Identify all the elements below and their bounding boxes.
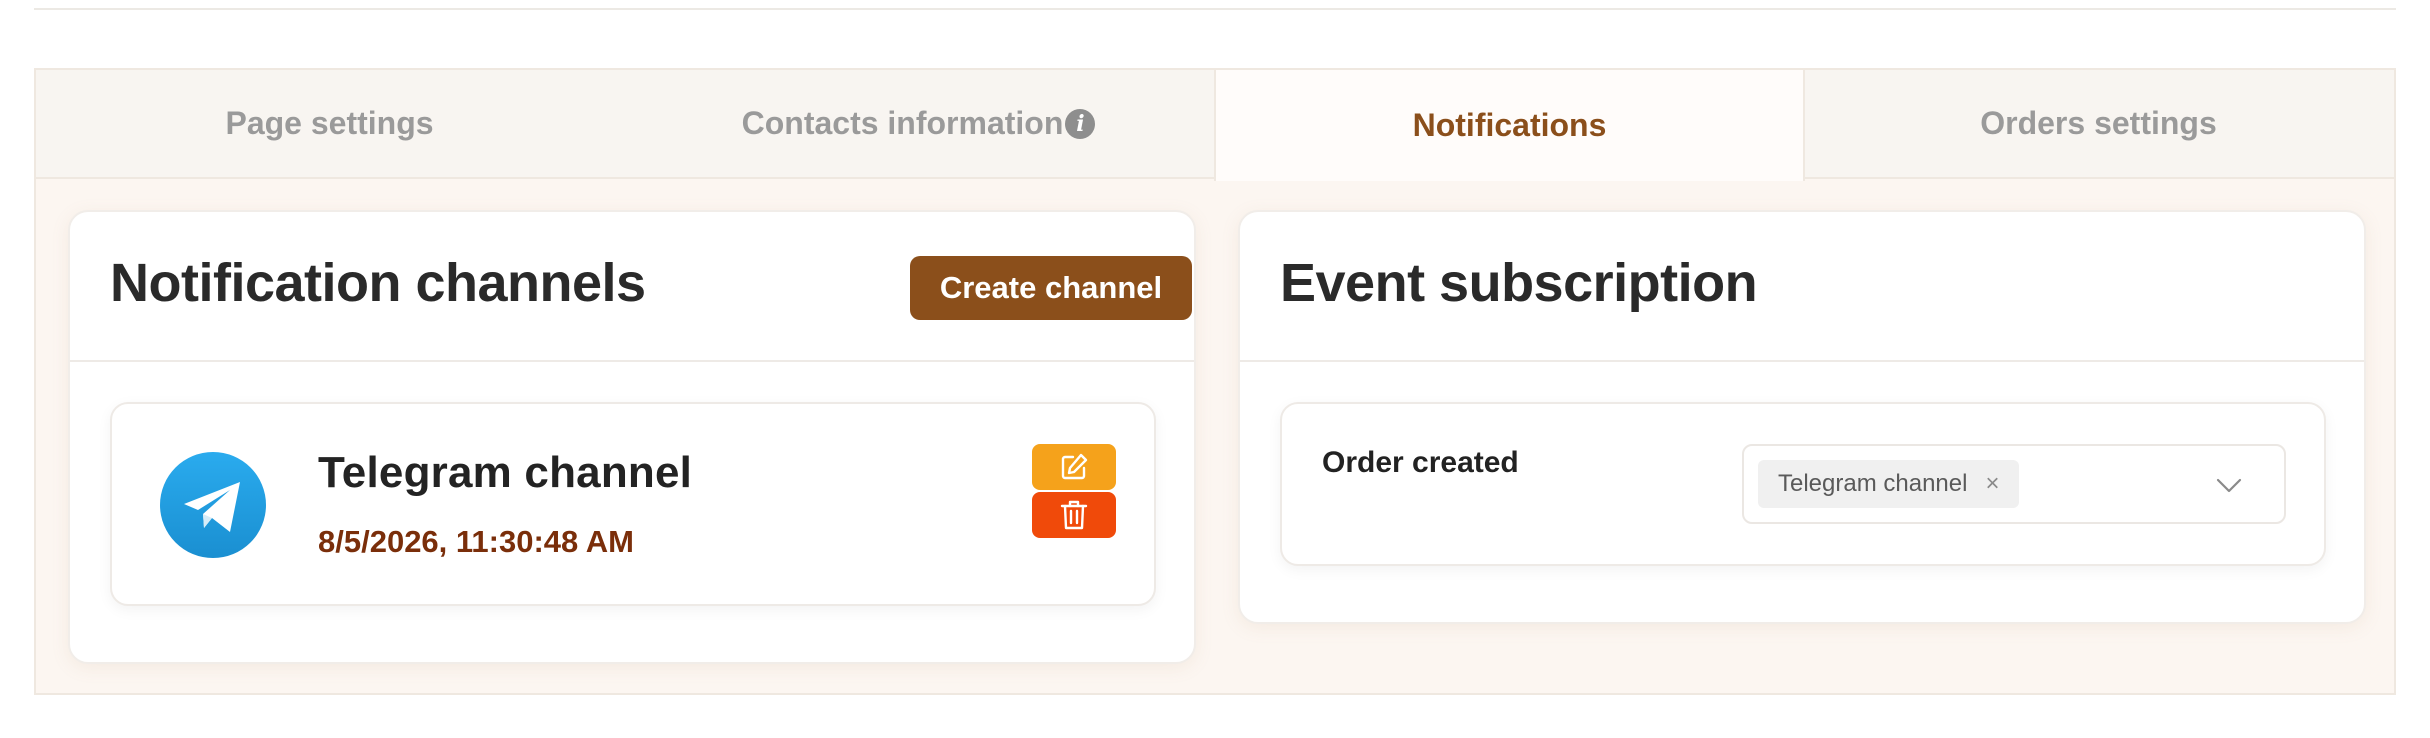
tab-notifications[interactable]: Notifications [1214, 70, 1805, 181]
channel-name: Telegram channel [318, 448, 693, 497]
delete-channel-button[interactable] [1032, 492, 1116, 538]
tab-bar: Page settings Contacts information i Not… [36, 70, 2394, 181]
selected-tag: Telegram channel × [1758, 460, 2020, 508]
tab-label: Page settings [225, 105, 434, 141]
notification-channels-card: Notification channels Create channel Tel… [68, 210, 1196, 664]
telegram-icon [160, 452, 266, 558]
create-channel-button[interactable]: Create channel [910, 256, 1192, 320]
info-icon[interactable]: i [1065, 108, 1096, 139]
event-label: Order created [1322, 446, 1519, 479]
top-divider [34, 8, 2396, 10]
trash-icon [1060, 500, 1088, 530]
edit-channel-button[interactable] [1032, 444, 1116, 490]
card-title: Event subscription [1280, 253, 1758, 313]
tab-page-settings[interactable]: Page settings [36, 70, 625, 177]
tab-label: Contacts information [741, 105, 1064, 141]
event-item: Order created Telegram channel × [1280, 402, 2326, 566]
card-header: Event subscription [1240, 212, 2364, 362]
card-header: Notification channels Create channel [70, 212, 1194, 362]
channel-multiselect[interactable]: Telegram channel × [1742, 444, 2286, 524]
settings-panel: Page settings Contacts information i Not… [34, 68, 2396, 695]
close-icon[interactable]: × [1985, 470, 1999, 498]
tab-orders-settings[interactable]: Orders settings [1805, 70, 2394, 177]
edit-icon [1061, 453, 1088, 480]
card-title: Notification channels [110, 253, 646, 313]
tag-label: Telegram channel [1778, 470, 1968, 497]
channel-item: Telegram channel 8/5/2026, 11:30:48 AM [110, 402, 1156, 606]
channel-date: 8/5/2026, 11:30:48 AM [318, 524, 634, 559]
tab-contacts-information[interactable]: Contacts information i [625, 70, 1214, 177]
tab-label: Notifications [1412, 107, 1607, 143]
chevron-down-icon[interactable] [2214, 470, 2244, 500]
event-subscription-card: Event subscription Order created Telegra… [1238, 210, 2366, 624]
tab-label: Orders settings [1980, 105, 2217, 141]
